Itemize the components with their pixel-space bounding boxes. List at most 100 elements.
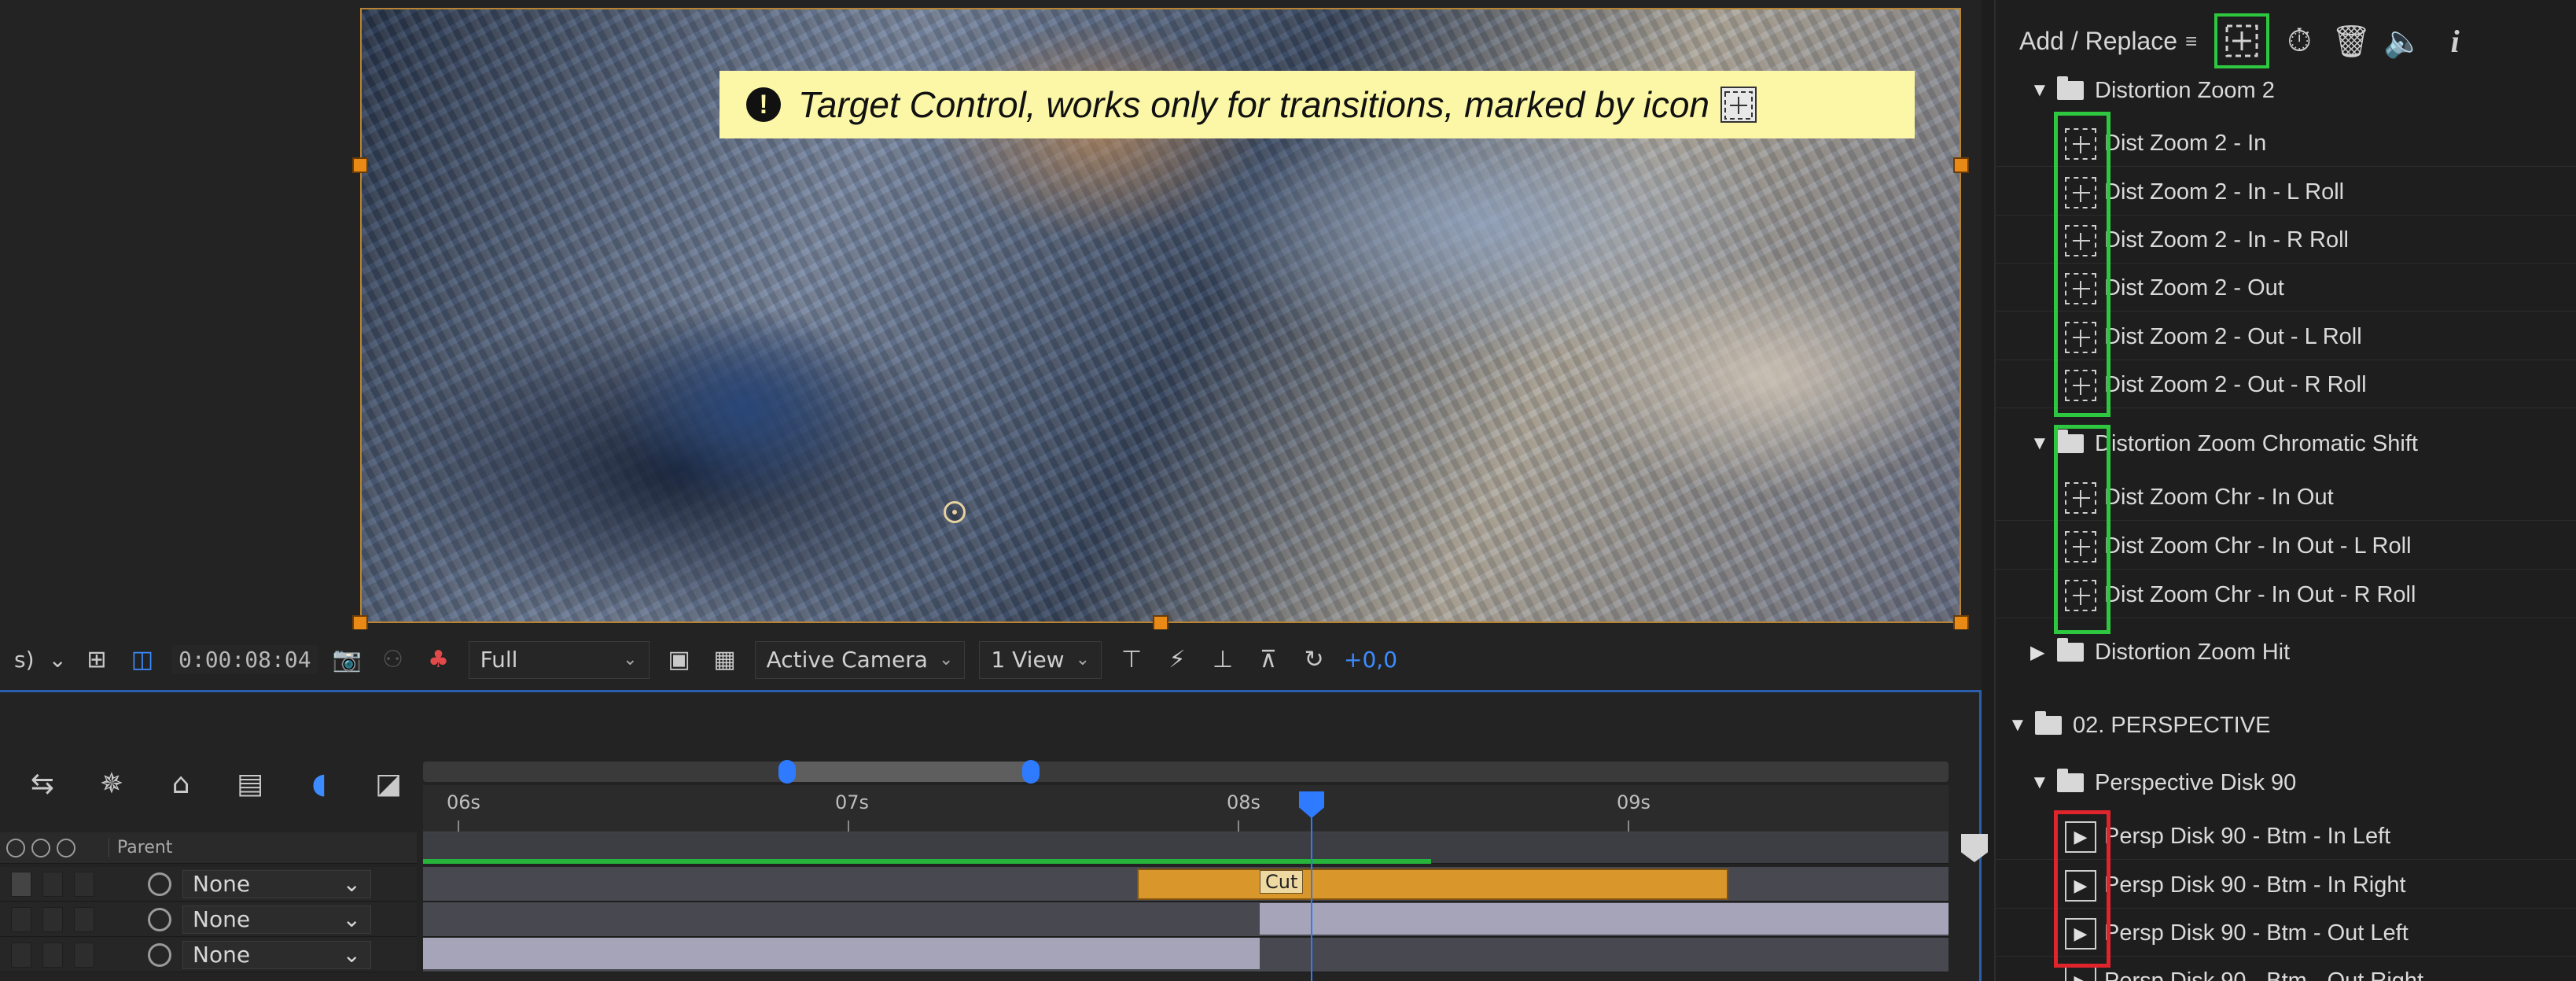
transition-layer-clip[interactable]	[1137, 869, 1728, 900]
transform-handle-bottom-left[interactable]	[352, 615, 368, 631]
ruler-label: 09s	[1617, 791, 1651, 813]
ruler-tick	[1238, 821, 1239, 832]
color-channels-icon[interactable]: ♣	[423, 644, 454, 676]
time-navigator-range[interactable]	[783, 762, 1029, 782]
tree-folder[interactable]: ▶ Distortion Zoom Hit	[1996, 629, 2576, 675]
tree-item-label: Persp Disk 90 - Btm - In Right	[2104, 872, 2406, 898]
viewer-toolbar: s) ⌄ ⊞ ◫ 0:00:08:04 📷 ⚇ ♣ Full ⌄ ▣ ▦ Act…	[0, 629, 1982, 692]
parent-value: None	[193, 942, 251, 968]
time-navigator[interactable]	[423, 762, 1949, 782]
mask-path-icon[interactable]: ◫	[127, 644, 158, 676]
ruler-label: 07s	[835, 791, 870, 813]
camera-value: Active Camera	[766, 647, 928, 673]
flowchart-icon[interactable]: ⊼	[1253, 644, 1284, 676]
camera-dropdown[interactable]: Active Camera ⌄	[754, 640, 966, 679]
tree-item-label: Dist Zoom 2 - Out	[2104, 275, 2284, 301]
expanded-triangle-icon[interactable]: ▼	[2030, 79, 2049, 101]
layer-switch[interactable]	[74, 942, 94, 968]
resolution-value: Full	[480, 647, 518, 673]
expanded-triangle-icon[interactable]: ▼	[2008, 714, 2027, 736]
folder-icon	[2057, 76, 2084, 100]
layer-switch[interactable]	[42, 942, 63, 968]
tree-item-label: Dist Zoom 2 - Out - L Roll	[2104, 324, 2362, 349]
graph-editor-icon[interactable]: ▤	[231, 765, 269, 802]
parent-dropdown[interactable]: None ⌄	[182, 905, 371, 934]
hide-shy-icon[interactable]: ⇆	[24, 765, 61, 802]
current-time[interactable]: 0:00:08:04	[171, 645, 318, 674]
tree-item-label: Persp Disk 90 - Btm - Out Right	[2104, 968, 2424, 981]
time-navigator-start-handle[interactable]	[778, 760, 796, 784]
expanded-triangle-icon[interactable]: ▼	[2030, 433, 2049, 455]
current-time-line	[1311, 817, 1312, 981]
draft-3d-icon[interactable]: ◖	[300, 765, 338, 802]
fast-previews-icon[interactable]: ⚡	[1161, 644, 1193, 676]
layer-row[interactable]: None ⌄	[0, 867, 417, 902]
chevron-down-icon[interactable]: ⌄	[49, 647, 67, 673]
collapsed-triangle-icon[interactable]: ▶	[2030, 641, 2048, 664]
stopwatch-icon[interactable]: ⏱	[2277, 19, 2321, 63]
show-snapshot-icon[interactable]: ⚇	[377, 644, 409, 676]
safe-margins-icon[interactable]: ⊞	[81, 644, 112, 676]
adjustment-column-icon	[31, 838, 50, 857]
exposure-value[interactable]: +0,0	[1344, 647, 1397, 673]
hamburger-icon[interactable]: ≡	[2185, 29, 2197, 53]
pickwhip-icon[interactable]	[148, 872, 171, 896]
snapshot-icon[interactable]: 📷	[332, 644, 363, 676]
time-ruler[interactable]: 06s 07s 08s 09s	[423, 785, 1949, 832]
chevron-down-icon: ⌄	[938, 650, 954, 669]
layer-switch[interactable]	[74, 871, 94, 897]
layer-marker[interactable]: Cut	[1260, 870, 1304, 894]
solo-column-icon	[6, 838, 25, 857]
info-icon[interactable]: i	[2433, 19, 2477, 63]
pickwhip-icon[interactable]	[148, 907, 171, 931]
transform-handle-right[interactable]	[1953, 157, 1969, 173]
tree-folder-label: Distortion Zoom Chromatic Shift	[2095, 430, 2418, 456]
resolution-dropdown[interactable]: Full ⌄	[468, 640, 650, 679]
tree-folder-label: Distortion Zoom Hit	[2095, 639, 2291, 665]
layer-switch[interactable]	[11, 871, 31, 897]
frame-blending-icon[interactable]: ✵	[93, 765, 131, 802]
layer-switch[interactable]	[42, 906, 63, 932]
toggle-pixel-aspect-icon[interactable]: ⊤	[1116, 644, 1147, 676]
layer-row[interactable]: None ⌄	[0, 902, 417, 937]
layer-switch[interactable]	[11, 906, 31, 932]
tree-folder[interactable]: ▼ Perspective Disk 90	[1996, 760, 2576, 806]
layer-row[interactable]: None ⌄	[0, 938, 417, 972]
tree-folder[interactable]: ▼ 02. PERSPECTIVE	[1996, 703, 2576, 748]
timeline-icon[interactable]: ⊥	[1207, 644, 1238, 676]
tree-folder[interactable]: ▼ Distortion Zoom 2	[1996, 68, 2576, 113]
layer-clip[interactable]	[423, 938, 1260, 969]
layer-switch[interactable]	[74, 906, 94, 932]
highlight-play-icons	[2054, 810, 2110, 968]
anchor-point-icon[interactable]	[944, 501, 966, 523]
parent-dropdown[interactable]: None ⌄	[182, 869, 371, 898]
trash-icon[interactable]: 🗑	[2329, 19, 2373, 63]
target-control-notice: ! Target Control, works only for transit…	[719, 71, 1915, 138]
layer-clip[interactable]	[1260, 903, 1949, 935]
transform-handle-left[interactable]	[352, 157, 368, 173]
add-replace-panel: Add / Replace ≡ ⏱ 🗑 🔈 i ▼ Distortion Zoom…	[1994, 0, 2576, 981]
tree-item-label: Dist Zoom Chr - In Out	[2104, 485, 2334, 510]
comp-marker-icon[interactable]: ◪	[370, 765, 407, 802]
transform-handle-bottom-right[interactable]	[1953, 615, 1969, 631]
transparency-grid-icon[interactable]: ▦	[709, 644, 741, 676]
layer-switch[interactable]	[11, 942, 31, 968]
folder-icon	[2057, 769, 2084, 792]
view-layout-dropdown[interactable]: 1 View ⌄	[979, 640, 1102, 679]
region-of-interest-icon[interactable]: ▣	[664, 644, 695, 676]
layer-switch[interactable]	[42, 871, 63, 897]
expanded-triangle-icon[interactable]: ▼	[2030, 772, 2049, 794]
chevron-down-icon: ⌄	[342, 942, 361, 968]
comp-end-marker-icon[interactable]	[1961, 834, 1988, 862]
transform-handle-bottom[interactable]	[1153, 615, 1168, 631]
parent-dropdown[interactable]: None ⌄	[182, 940, 371, 969]
speaker-icon[interactable]: 🔈	[2381, 19, 2425, 63]
pickwhip-icon[interactable]	[148, 942, 171, 967]
motion-blur-icon[interactable]: ⌂	[162, 765, 200, 802]
target-mode-icon[interactable]	[2214, 13, 2270, 68]
time-navigator-end-handle[interactable]	[1022, 760, 1040, 784]
ruler-label: 08s	[1227, 791, 1261, 813]
target-mode-icon	[1720, 87, 1757, 123]
reset-exposure-icon[interactable]: ↻	[1298, 644, 1330, 676]
magnification-partial[interactable]: s)	[14, 647, 35, 673]
